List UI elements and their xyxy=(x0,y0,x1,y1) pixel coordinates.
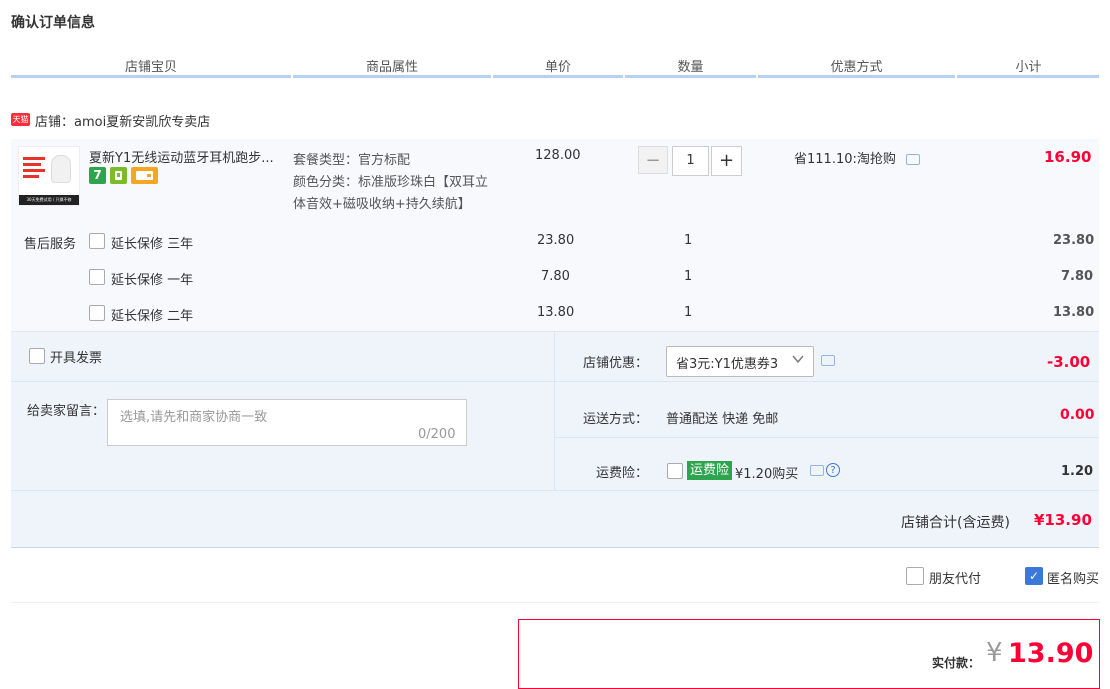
memo-placeholder: 选填,请先和商家协商一致 xyxy=(120,410,268,425)
shop-total-label: 店铺合计(含运费) xyxy=(901,515,1010,531)
shop-coupon-label: 店铺优惠： xyxy=(583,356,649,371)
shop-coupon-amount: -3.00 xyxy=(1047,353,1091,371)
attr-color-line1: 颜色分类：标准版珍珠白【双耳立 xyxy=(293,175,489,190)
anonymous-checkbox[interactable]: ✓ xyxy=(1025,567,1043,585)
page-title: 确认订单信息 xyxy=(11,15,95,31)
header-divider xyxy=(491,75,493,78)
service-checkbox-3yr[interactable] xyxy=(89,233,105,249)
memo-label: 给卖家留言： xyxy=(27,404,106,419)
shop-coupon-selected: 省3元:Y1优惠券3 xyxy=(676,357,779,372)
insurance-checkbox[interactable] xyxy=(667,463,683,479)
service-name-3yr: 延长保修 三年 xyxy=(111,237,194,252)
invoice-checkbox[interactable] xyxy=(29,348,45,364)
service-qty-1yr: 1 xyxy=(684,269,693,284)
shipping-amount: 0.00 xyxy=(1060,407,1095,423)
attr-color-line2: 体音效+磁吸收纳+持久续航】 xyxy=(293,197,471,212)
insurance-label: 运费险： xyxy=(596,466,649,481)
service-subtotal-2yr: 13.80 xyxy=(1053,305,1095,320)
friend-pay-label: 朋友代付 xyxy=(929,572,982,587)
service-checkbox-1yr[interactable] xyxy=(89,269,105,285)
col-header-quantity: 数量 xyxy=(677,60,704,75)
insurance-comment-icon[interactable] xyxy=(810,465,824,476)
coupon-comment-icon[interactable] xyxy=(821,355,835,366)
service-name-2yr: 延长保修 二年 xyxy=(111,309,194,324)
seven-day-return-icon[interactable]: 7 xyxy=(89,167,106,184)
friend-pay-checkbox[interactable] xyxy=(906,567,924,585)
col-header-shop-item: 店铺宝贝 xyxy=(124,60,177,75)
col-header-unit-price: 单价 xyxy=(544,60,571,75)
service-price-2yr: 13.80 xyxy=(537,305,575,320)
earbud-image xyxy=(51,155,71,183)
panel-divider xyxy=(555,381,1099,382)
help-icon[interactable]: ? xyxy=(826,463,840,477)
panel-divider xyxy=(554,332,555,490)
service-subtotal-3yr: 23.80 xyxy=(1053,233,1095,248)
service-price-3yr: 23.80 xyxy=(537,233,575,248)
payment-amount: 13.90 xyxy=(1008,638,1094,669)
thumbnail-text-lines xyxy=(23,157,45,181)
shop-total-amount: ¥13.90 xyxy=(1034,511,1092,529)
service-price-1yr: 7.80 xyxy=(541,269,570,284)
insurance-amount: 1.20 xyxy=(1061,464,1094,479)
shipping-method: 普通配送 快递 免邮 xyxy=(666,412,779,427)
warranty-icon[interactable] xyxy=(110,167,127,184)
anonymous-label: 匿名购买 xyxy=(1047,572,1100,587)
quantity-minus-button[interactable]: − xyxy=(638,146,668,174)
service-qty-3yr: 1 xyxy=(684,233,693,248)
shipping-label: 运送方式： xyxy=(583,412,649,427)
col-header-attributes: 商品属性 xyxy=(365,60,418,75)
quantity-input[interactable]: 1 xyxy=(672,146,709,176)
panel-divider xyxy=(11,490,1099,491)
quantity-plus-button[interactable]: + xyxy=(711,146,742,176)
service-checkbox-2yr[interactable] xyxy=(89,305,105,321)
col-header-subtotal: 小计 xyxy=(1015,60,1042,75)
header-divider xyxy=(955,75,957,78)
tmall-badge-icon: 天猫 xyxy=(11,113,30,126)
chevron-down-icon[interactable] xyxy=(791,352,805,370)
thumbnail-strip-text: 30天免费试用 / 只换不修 xyxy=(26,197,72,202)
discount-comment-icon[interactable] xyxy=(906,154,920,165)
panel-divider xyxy=(555,437,1099,438)
thumbnail-strip: 30天免费试用 / 只换不修 xyxy=(19,195,79,205)
attr-package-type: 套餐类型：官方标配 xyxy=(293,153,411,168)
header-underline xyxy=(11,75,1099,78)
memo-char-count: 0/200 xyxy=(418,427,456,442)
payment-label: 实付款： xyxy=(932,656,981,670)
product-title-link[interactable]: 夏新Y1无线运动蓝牙耳机跑步... xyxy=(89,147,279,166)
service-name-1yr: 延长保修 一年 xyxy=(111,273,194,288)
panel-divider xyxy=(11,381,554,382)
product-discount-text: 省111.10:淘抢购 xyxy=(794,152,896,167)
payment-currency: ¥ xyxy=(986,638,1003,668)
col-header-discount: 优惠方式 xyxy=(830,60,883,75)
header-divider xyxy=(756,75,758,78)
insurance-badge: 运费险 xyxy=(687,461,733,480)
header-divider xyxy=(623,75,625,78)
header-divider xyxy=(291,75,293,78)
footer-divider xyxy=(11,602,1099,603)
shop-name-link[interactable]: 店铺：amoi夏新安凯欣专卖店 xyxy=(35,111,210,130)
product-subtotal: 16.90 xyxy=(1044,148,1092,166)
insurance-price-text: ¥1.20购买 xyxy=(735,467,799,482)
service-subtotal-1yr: 7.80 xyxy=(1061,269,1094,284)
credit-card-icon[interactable] xyxy=(131,167,158,184)
invoice-label: 开具发票 xyxy=(50,351,103,366)
product-thumbnail[interactable]: 30天免费试用 / 只换不修 xyxy=(18,146,80,206)
service-label: 售后服务 xyxy=(24,237,77,252)
product-unit-price: 128.00 xyxy=(535,148,581,163)
service-qty-2yr: 1 xyxy=(684,305,693,320)
